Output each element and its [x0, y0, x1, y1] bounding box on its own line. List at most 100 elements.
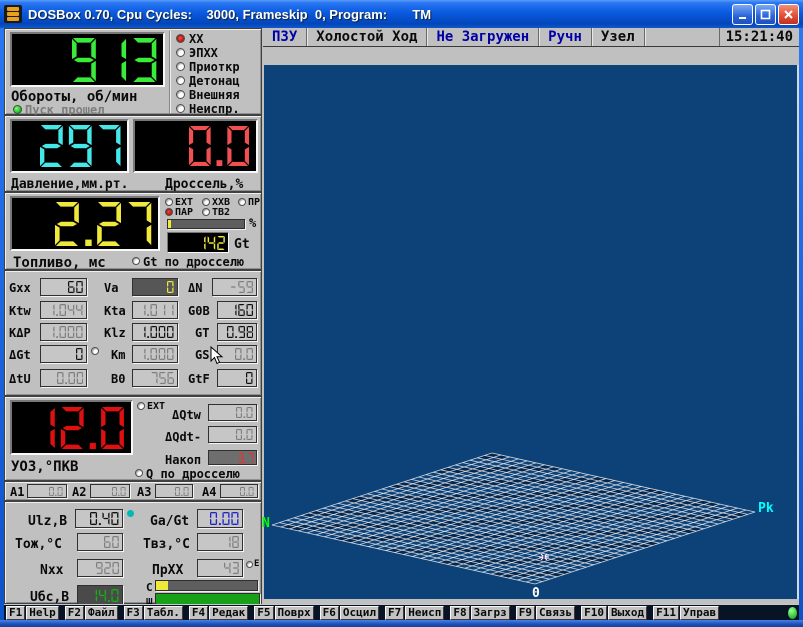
field-va[interactable] [132, 278, 178, 296]
fuel-percent-bar [167, 219, 245, 229]
radio-dgt[interactable] [91, 347, 99, 355]
field-kta[interactable] [132, 301, 178, 319]
menu-item-node[interactable]: Узел [592, 28, 645, 46]
radio-detonac[interactable] [176, 76, 185, 85]
prxx-field[interactable] [197, 559, 243, 577]
window-title: DOSBox 0.70, Cpu Cycles: 3000, Frameskip… [28, 7, 431, 22]
field-g0b[interactable] [217, 301, 257, 319]
radio-priotkr-label[interactable]: Приоткр [189, 60, 240, 74]
maximize-button[interactable] [755, 4, 776, 25]
radio-ext-uoz-label[interactable]: EXT [147, 401, 165, 412]
surface-plot-area[interactable]: N Pk 0 [264, 65, 799, 599]
fkey-f3[interactable]: F3Табл. [124, 606, 183, 620]
field-b0[interactable] [132, 369, 178, 387]
fkey-f4-key: F4 [189, 606, 208, 620]
nakop-field[interactable] [208, 450, 257, 465]
tozh-field[interactable] [77, 533, 123, 551]
radio-tv2-label[interactable]: ТВ2 [212, 207, 230, 218]
a4-field[interactable] [220, 484, 258, 498]
radio-neispr-label[interactable]: Неиспр. [189, 102, 240, 116]
cell-value-dgt [76, 348, 83, 360]
radio-vneshnyaya[interactable] [176, 90, 185, 99]
radio-q-throttle[interactable] [135, 469, 143, 477]
radio-par-label[interactable]: ПАР [175, 207, 193, 218]
radio-ext-fuel[interactable] [165, 198, 173, 206]
radio-pr-label[interactable]: ПР [248, 197, 260, 208]
fkey-f1[interactable]: F1Help [6, 606, 59, 620]
menu-item-idle[interactable]: Холостой Ход [307, 28, 427, 46]
dqdt-field[interactable] [208, 426, 257, 443]
fkey-f2[interactable]: F2Файл [65, 606, 118, 620]
fkey-f1-key: F1 [6, 606, 25, 620]
radio-ext-uoz[interactable] [137, 402, 145, 410]
cell-label-gs: GS [195, 348, 209, 362]
fkey-f8[interactable]: F8Загрз [450, 606, 509, 620]
fkey-f2-key: F2 [65, 606, 84, 620]
ulz-value [90, 512, 119, 525]
a1-field[interactable] [27, 484, 67, 498]
fkey-f7[interactable]: F7Неисп [385, 606, 444, 620]
field-dgt[interactable] [40, 345, 87, 363]
fkey-f6[interactable]: F6Осцил [320, 606, 379, 620]
nxx-field[interactable] [77, 559, 123, 577]
radio-pr[interactable] [238, 198, 246, 206]
c-bar-fill [156, 581, 168, 590]
radio-epxx-label[interactable]: ЭПХХ [189, 46, 218, 60]
fkey-f5[interactable]: F5Поврх [254, 606, 313, 620]
field-gtf[interactable] [217, 369, 257, 387]
minimize-button[interactable] [732, 4, 753, 25]
ulz-field[interactable] [75, 509, 123, 528]
radio-epxx[interactable] [176, 48, 185, 57]
field-gs[interactable] [217, 345, 257, 363]
fkey-f4[interactable]: F4Редак [189, 606, 248, 620]
menu-item-pzu[interactable]: ПЗУ [263, 28, 307, 46]
fkey-f10[interactable]: F10Выход [581, 606, 647, 620]
fkey-f9[interactable]: F9Связь [516, 606, 575, 620]
field-dn[interactable] [212, 278, 257, 296]
menu-item-notloaded[interactable]: Не Загружен [427, 28, 539, 46]
radio-tv2[interactable] [202, 208, 210, 216]
a3-label: A3 [137, 485, 151, 499]
a3-field[interactable] [155, 484, 193, 498]
tvz-field[interactable] [197, 533, 243, 551]
field-km[interactable] [132, 345, 178, 363]
radio-vneshnyaya-label[interactable]: Внешняя [189, 88, 240, 102]
radio-e-label[interactable]: Е [254, 559, 259, 569]
throttle-display [133, 119, 258, 173]
cell-label-km: Km [111, 348, 125, 362]
menu-item-manual[interactable]: Ручн [539, 28, 592, 46]
radio-neispr[interactable] [176, 104, 185, 113]
field-gxx[interactable] [40, 278, 87, 296]
cell-label-gtf: GtF [188, 372, 210, 386]
radio-gt-throttle-label[interactable]: Gt по дросселю [143, 255, 244, 269]
fuel-percent-fill [168, 220, 171, 228]
gagt-field[interactable] [197, 509, 243, 528]
field-gt2[interactable] [217, 323, 257, 341]
dqtw-field[interactable] [208, 404, 257, 421]
radio-e[interactable] [246, 561, 253, 568]
fkey-f6-label: Осцил [340, 606, 379, 620]
fkey-f11[interactable]: F11Управ [653, 606, 719, 620]
radio-q-throttle-label[interactable]: Q по дросселю [146, 467, 240, 481]
cell-value-b0 [151, 372, 174, 384]
title-bar[interactable]: DOSBox 0.70, Cpu Cycles: 3000, Frameskip… [0, 0, 803, 28]
fkey-f8-key: F8 [450, 606, 469, 620]
radio-xx-label[interactable]: XX [189, 32, 203, 46]
ubs-field [77, 585, 123, 605]
a2-field[interactable] [90, 484, 130, 498]
a1-label: A1 [10, 485, 24, 499]
field-klz[interactable] [132, 323, 178, 341]
radio-par[interactable] [165, 208, 173, 216]
cell-value-dtu [57, 372, 84, 384]
axis-label-pk: Pk [758, 501, 774, 516]
close-button[interactable] [778, 4, 799, 25]
radio-xx[interactable] [176, 34, 185, 43]
radio-detonac-label[interactable]: Детонац [189, 74, 240, 88]
field-ktw[interactable] [40, 301, 87, 319]
field-kdp[interactable] [40, 323, 87, 341]
radio-priotkr[interactable] [176, 62, 185, 71]
radio-gt-throttle[interactable] [132, 257, 140, 265]
cell-label-ktw: Ktw [9, 304, 31, 318]
radio-xxv[interactable] [202, 198, 210, 206]
field-dtu[interactable] [40, 369, 87, 387]
